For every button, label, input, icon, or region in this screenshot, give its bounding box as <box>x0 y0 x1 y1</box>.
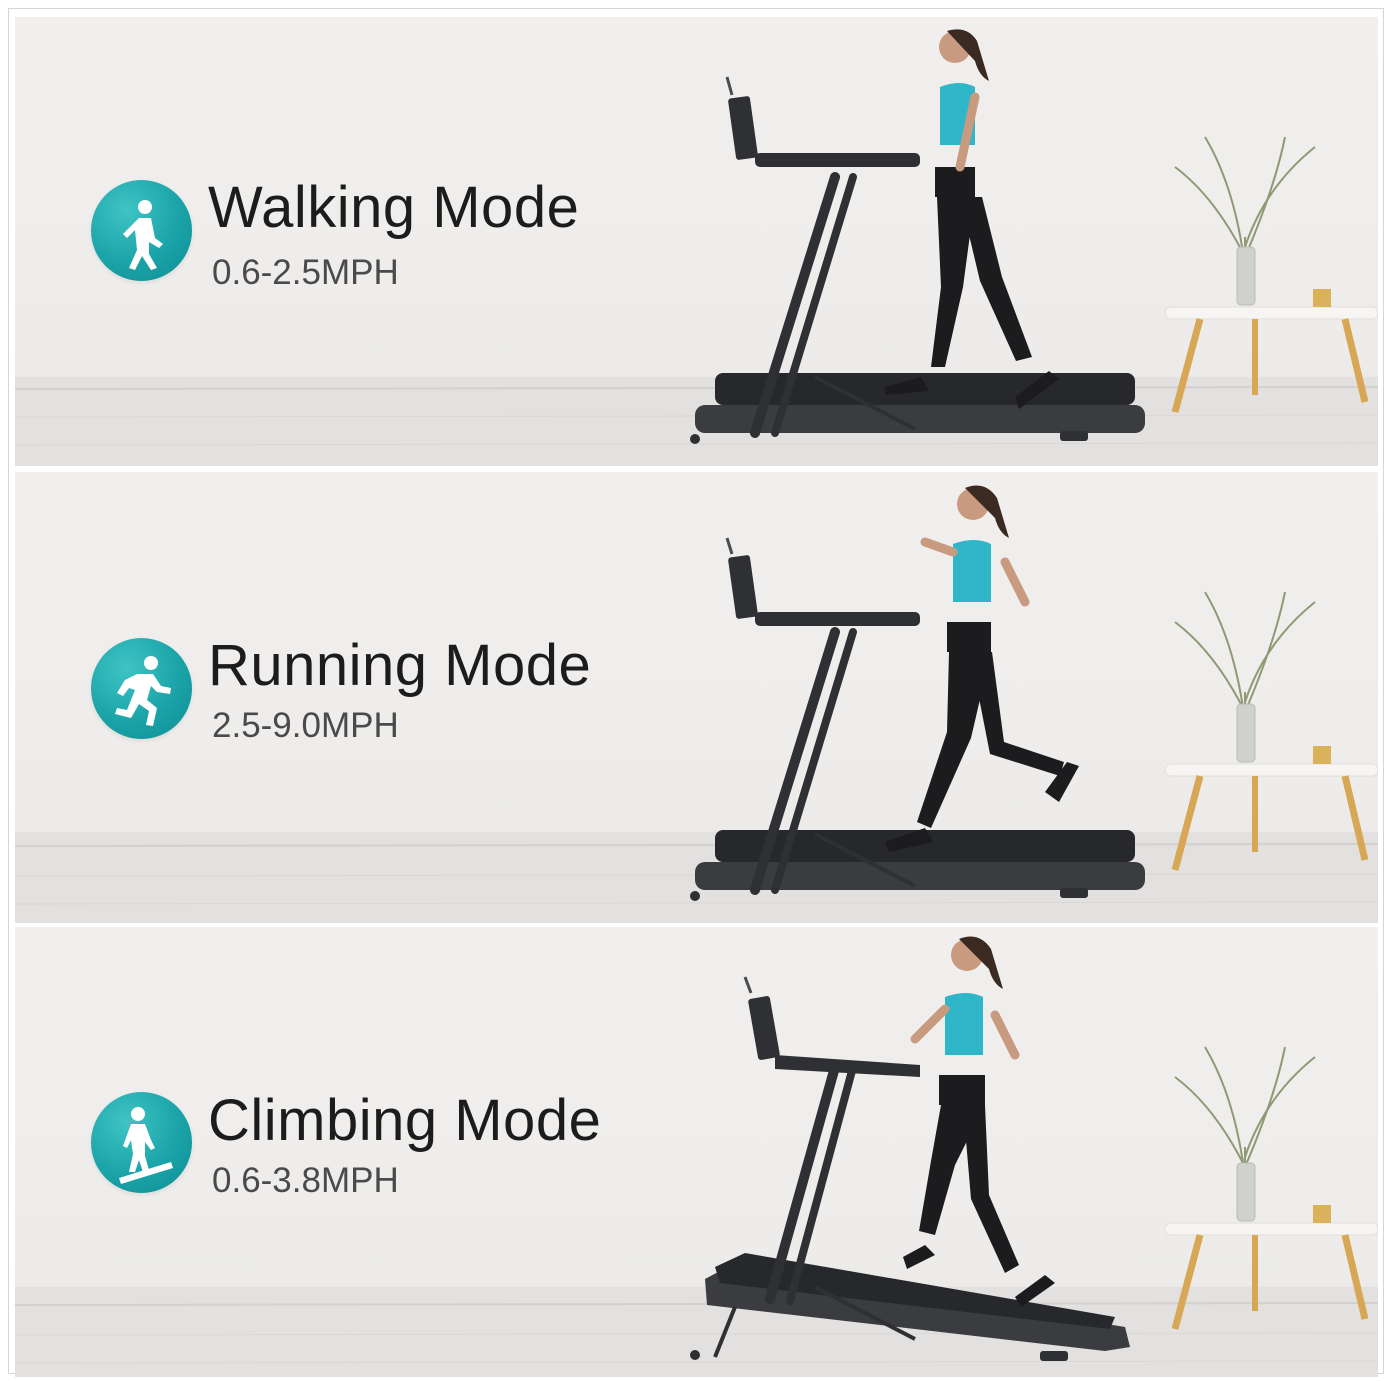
plant-and-table-image <box>1164 1046 1378 1330</box>
running-mode-speed: 2.5-9.0MPH <box>212 706 399 745</box>
walking-woman-image <box>885 29 1059 409</box>
treadmill-image <box>690 537 1145 901</box>
climbing-person-icon <box>91 1092 192 1193</box>
walking-person-glyph <box>123 200 163 270</box>
running-person-glyph <box>115 656 171 726</box>
plant-and-table-image <box>1164 591 1378 871</box>
climbing-mode-title: Climbing Mode <box>208 1088 602 1153</box>
climbing-mode-panel: Climbing Mode 0.6-3.8MPH <box>15 927 1378 1377</box>
plant-and-table-image <box>1164 136 1378 413</box>
running-person-icon <box>91 638 192 739</box>
climbing-person-glyph <box>119 1107 173 1184</box>
running-mode-title: Running Mode <box>208 633 592 698</box>
running-mode-panel: Running Mode 2.5-9.0MPH <box>15 472 1378 923</box>
walking-person-icon <box>91 180 192 281</box>
running-woman-image <box>885 485 1079 852</box>
walking-mode-title: Walking Mode <box>208 175 580 240</box>
walking-mode-speed: 0.6-2.5MPH <box>212 253 399 292</box>
climbing-mode-speed: 0.6-3.8MPH <box>212 1161 399 1200</box>
walking-mode-panel: Walking Mode 0.6-2.5MPH <box>15 17 1378 466</box>
walking-scene <box>15 29 1378 466</box>
climbing-woman-image <box>903 936 1055 1307</box>
